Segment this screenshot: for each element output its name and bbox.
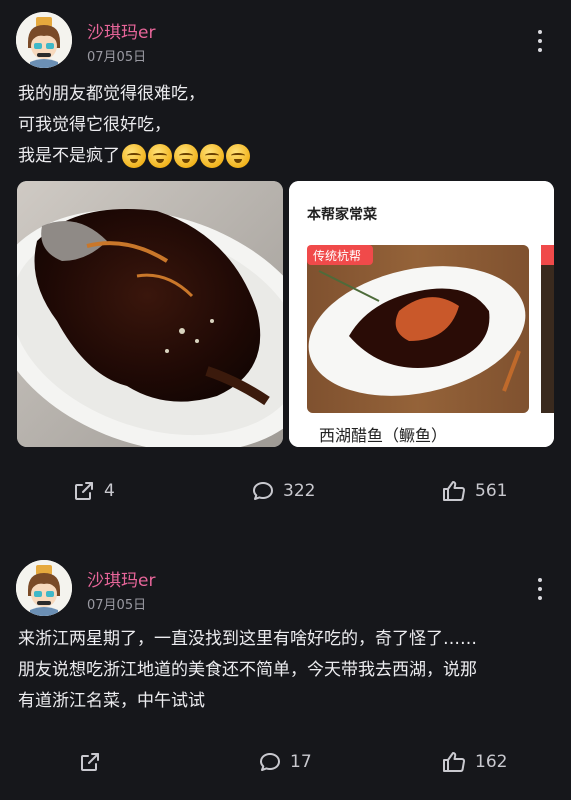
share-button[interactable] [78,750,110,774]
post-text-line-content: 我是不是疯了 [18,146,120,166]
comment-count: 322 [283,481,316,501]
post-text-line: 可我觉得它很好吃， [18,115,171,135]
more-vertical-icon[interactable] [537,578,543,600]
comment-count: 17 [290,752,312,772]
post-text-line: 来浙江两星期了，一直没找到这里有啥好吃的，奇了怪了…… [18,629,477,649]
post-text-line: 朋友说想吃浙江地道的美食还不简单，今天带我去西湖，说那 [18,660,477,680]
dish-caption: 西湖醋鱼（鳜鱼） [319,426,447,445]
comment-button[interactable]: 322 [251,479,315,503]
post-actions: 4 322 561 [0,479,571,509]
crying-laughing-emoji [174,144,198,168]
avatar[interactable] [16,12,72,68]
thumbs-up-icon [443,481,465,501]
crying-laughing-emoji [200,144,224,168]
tag-label: 传统杭帮 [313,248,361,263]
share-icon [81,753,99,771]
share-icon [75,482,93,500]
post-text-line: 我是不是疯了 [18,141,250,172]
like-button[interactable]: 561 [441,479,507,503]
like-count: 162 [475,752,508,772]
comment-icon [253,482,273,500]
crying-laughing-emoji [226,144,250,168]
avatar[interactable] [16,560,72,616]
fish-dish-photo[interactable] [17,181,283,447]
post-text-line: 有道浙江名菜，中午试试 [18,691,205,711]
comment-icon [260,753,280,771]
post-text-line: 我的朋友都觉得很难吃， [18,84,205,104]
crying-laughing-emoji [148,144,172,168]
more-vertical-icon[interactable] [537,30,543,52]
post-actions: 17 162 [0,750,571,780]
post-text: 来浙江两星期了，一直没找到这里有啥好吃的，奇了怪了…… 朋友说想吃浙江地道的美食… [18,624,477,717]
menu-header: 本帮家常菜 [307,206,378,223]
post-2: 沙琪玛er 07月05日 来浙江两星期了，一直没找到这里有啥好吃的，奇了怪了……… [0,548,571,800]
emoji-group [122,144,250,168]
comment-button[interactable]: 17 [258,750,312,774]
post-1: 沙琪玛er 07月05日 我的朋友都觉得很难吃， 可我觉得它很好吃， 我是不是疯… [0,0,571,530]
like-count: 561 [475,481,508,501]
username[interactable]: 沙琪玛er [87,18,155,43]
post-date: 07月05日 [87,598,147,613]
post-text: 我的朋友都觉得很难吃， 可我觉得它很好吃， 我是不是疯了 [18,79,250,172]
menu-screenshot[interactable]: 本帮家常菜 传统杭帮 西湖醋鱼（鳜鱼） [289,181,554,447]
post-date: 07月05日 [87,50,147,65]
share-button[interactable]: 4 [72,479,115,503]
username[interactable]: 沙琪玛er [87,566,155,591]
thumbs-up-icon [443,752,465,772]
share-count: 4 [104,481,115,501]
like-button[interactable]: 162 [441,750,507,774]
crying-laughing-emoji [122,144,146,168]
